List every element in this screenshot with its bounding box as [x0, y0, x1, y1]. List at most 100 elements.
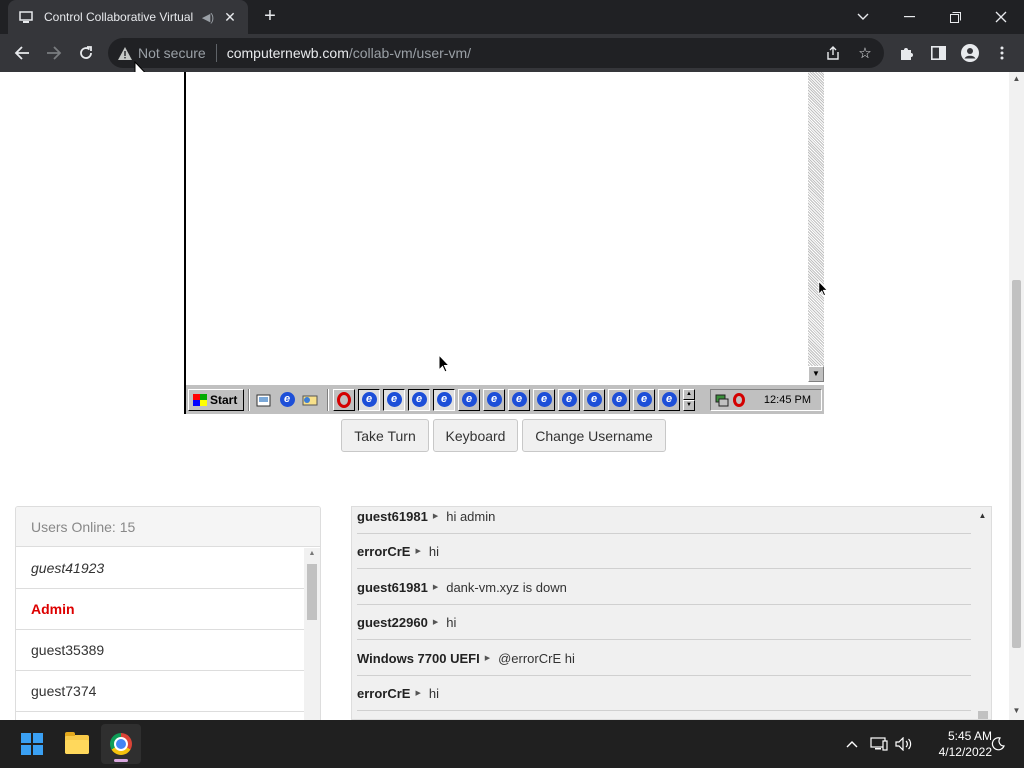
task-ie-button-6[interactable]: e — [483, 388, 505, 411]
os-date: 4/12/2022 — [938, 745, 992, 759]
users-scroll-thumb[interactable] — [307, 564, 317, 620]
security-status-label[interactable]: Not secure — [138, 45, 206, 61]
new-tab-button[interactable]: + — [258, 5, 282, 29]
chat-username[interactable]: errorCrE — [357, 544, 410, 559]
back-arrow-icon[interactable] — [8, 39, 36, 67]
take-turn-button[interactable]: Take Turn — [341, 419, 429, 452]
scroll-up-arrow-icon[interactable]: ▲ — [304, 550, 320, 557]
chat-arrow-icon: ▶ — [415, 690, 421, 697]
vm-clock: 12:45 PM — [763, 393, 811, 406]
chat-message: errorCrE ▶ hi — [357, 676, 971, 711]
network-tray-icon[interactable] — [715, 393, 729, 407]
task-ie-button-2[interactable]: e — [383, 388, 405, 411]
close-window-button[interactable] — [978, 0, 1024, 34]
browser-menu-kebab-icon[interactable] — [988, 39, 1016, 67]
os-taskbar: 5:45 AM 4/12/2022 — [0, 720, 1024, 768]
ie-icon: e — [411, 392, 427, 407]
chat-scrollbar[interactable]: ▲ — [974, 507, 991, 719]
task-ie-button-7[interactable]: e — [508, 388, 530, 411]
network-icon[interactable] — [868, 720, 890, 768]
scroll-down-arrow-icon[interactable]: ▼ — [1009, 706, 1024, 718]
active-app-indicator — [114, 759, 128, 762]
bookmark-star-icon[interactable]: ☆ — [850, 38, 880, 68]
chevron-up-icon[interactable] — [842, 720, 862, 768]
vm-start-button[interactable]: Start — [188, 388, 244, 411]
speaker-volume-icon[interactable] — [893, 720, 915, 768]
task-ie-button-10[interactable]: e — [583, 388, 605, 411]
chrome-taskbar-icon[interactable] — [101, 724, 141, 764]
profile-avatar-icon[interactable] — [956, 39, 984, 67]
task-ie-button-5[interactable]: e — [458, 388, 480, 411]
user-list-item[interactable]: guest35389 — [16, 630, 305, 671]
os-clock[interactable]: 5:45 AM 4/12/2022 — [920, 728, 992, 760]
users-list-scrollbar[interactable]: ▲ — [304, 548, 320, 720]
restore-button[interactable] — [932, 0, 978, 34]
site-favicon-icon — [18, 9, 34, 25]
vm-screen[interactable]: ▼ Start e e e e e e e e e e e e e e ▲ ▼ … — [184, 72, 828, 414]
page-content: ▼ Start e e e e e e e e e e e e e e ▲ ▼ … — [0, 72, 1024, 720]
users-list: guest41923 Admin guest35389 guest7374 — [16, 548, 305, 720]
ie-icon: e — [511, 392, 527, 407]
ie-icon: e — [536, 392, 552, 407]
user-list-item[interactable]: guest7374 — [16, 671, 305, 712]
chat-text: hi — [446, 614, 457, 630]
outlook-express-icon[interactable] — [300, 390, 320, 410]
user-list-item[interactable] — [16, 712, 305, 720]
chat-arrow-icon: ▶ — [484, 655, 491, 662]
browser-tab-strip: Control Collaborative Virtual ◀) ✕ + — [0, 0, 1024, 34]
task-scroll-spinner[interactable]: ▲ ▼ — [683, 388, 695, 411]
scroll-up-arrow-icon[interactable]: ▲ — [974, 511, 991, 520]
address-bar[interactable]: Not secure computernewb.com/collab-vm/us… — [108, 38, 884, 68]
task-ie-button-13[interactable]: e — [658, 388, 680, 411]
task-ie-button-9[interactable]: e — [558, 388, 580, 411]
chat-username[interactable]: guest61981 — [357, 580, 428, 595]
page-scroll-thumb[interactable] — [1012, 280, 1021, 648]
keyboard-button[interactable]: Keyboard — [433, 419, 518, 452]
task-ie-button-8[interactable]: e — [533, 388, 555, 411]
scroll-up-arrow-icon[interactable]: ▲ — [1009, 74, 1024, 86]
side-panel-icon[interactable] — [924, 39, 952, 67]
vm-window-scrollbar[interactable]: ▼ — [808, 72, 824, 382]
chat-scroll-thumb[interactable] — [978, 711, 988, 719]
vm-win98-taskbar[interactable]: Start e e e e e e e e e e e e e e ▲ ▼ 12… — [186, 384, 824, 414]
chat-username[interactable]: Windows 7700 UEFI — [357, 651, 480, 666]
file-explorer-folder-icon[interactable] — [57, 724, 97, 764]
task-ie-button-11[interactable]: e — [608, 388, 630, 411]
task-opera-button[interactable] — [333, 388, 355, 411]
task-ie-button-1[interactable]: e — [358, 388, 380, 411]
chat-username[interactable]: guest22960 — [357, 615, 428, 630]
internet-explorer-icon[interactable]: e — [277, 390, 297, 410]
chat-text: dank-vm.xyz is down — [446, 579, 567, 595]
tab-close-icon[interactable]: ✕ — [222, 9, 238, 26]
user-list-item-admin[interactable]: Admin — [16, 589, 305, 630]
browser-tab[interactable]: Control Collaborative Virtual ◀) ✕ — [8, 0, 248, 34]
chat-message: Windows 7700 UEFI ▶ @errorCrE hi — [357, 641, 971, 676]
task-divider — [327, 388, 329, 411]
extensions-puzzle-icon[interactable] — [892, 39, 920, 67]
show-desktop-icon[interactable] — [254, 390, 274, 410]
user-list-item[interactable]: guest41923 — [16, 548, 305, 589]
windows-start-icon[interactable] — [12, 724, 52, 764]
opera-icon — [337, 391, 351, 408]
ie-icon: e — [461, 392, 477, 407]
tab-search-chevron-down-icon[interactable] — [840, 0, 886, 34]
chat-text: hi — [428, 685, 439, 701]
warning-triangle-icon[interactable] — [118, 46, 132, 60]
scroll-down-arrow-icon[interactable]: ▼ — [808, 366, 824, 382]
task-ie-button-4[interactable]: e — [433, 388, 455, 411]
task-ie-button-3[interactable]: e — [408, 388, 430, 411]
chat-username[interactable]: errorCrE — [357, 686, 410, 701]
task-ie-button-12[interactable]: e — [633, 388, 655, 411]
tab-audio-icon[interactable]: ◀) — [202, 11, 214, 24]
notification-moon-icon[interactable] — [988, 720, 1008, 768]
reload-icon[interactable] — [72, 39, 100, 67]
opera-tray-icon[interactable] — [733, 392, 745, 407]
page-scrollbar[interactable]: ▲ ▼ — [1009, 72, 1024, 720]
minimize-button[interactable] — [886, 0, 932, 34]
forward-arrow-icon[interactable] — [40, 39, 68, 67]
users-online-header: Users Online: 15 — [16, 507, 320, 547]
change-username-button[interactable]: Change Username — [522, 419, 666, 452]
share-icon[interactable] — [818, 38, 848, 68]
chat-arrow-icon: ▶ — [432, 513, 439, 520]
chat-username[interactable]: guest61981 — [357, 509, 428, 524]
